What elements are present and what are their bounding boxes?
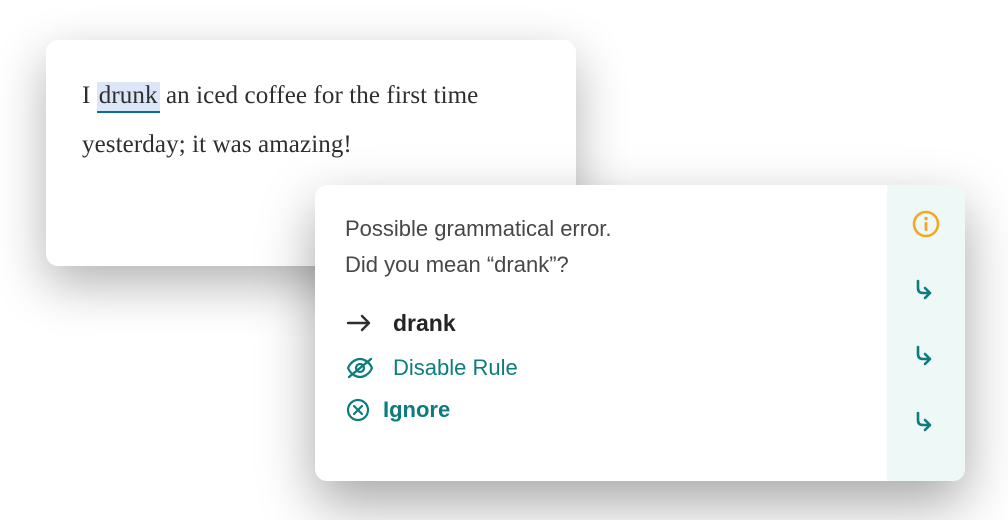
- ignore-label: Ignore: [383, 397, 450, 423]
- flagged-word[interactable]: drunk: [97, 82, 160, 113]
- next-suggestion-button-1[interactable]: [911, 275, 941, 305]
- disable-rule-label: Disable Rule: [393, 355, 518, 381]
- editor-text[interactable]: I drunk an iced coffee for the first tim…: [82, 72, 540, 170]
- eye-off-icon: [345, 355, 375, 381]
- popup-sidebar: [887, 185, 965, 481]
- info-button[interactable]: [911, 209, 941, 239]
- arrow-down-right-icon: [912, 342, 940, 370]
- editor-text-before: I: [82, 82, 97, 109]
- next-suggestion-button-2[interactable]: [911, 341, 941, 371]
- popup-message-line1: Possible grammatical error.: [345, 216, 612, 241]
- info-icon: [911, 209, 941, 239]
- disable-rule-button[interactable]: Disable Rule: [345, 355, 857, 381]
- arrow-down-right-icon: [912, 276, 940, 304]
- popup-body: Possible grammatical error. Did you mean…: [315, 185, 887, 481]
- arrow-right-icon: [345, 310, 375, 336]
- popup-message: Possible grammatical error. Did you mean…: [345, 211, 857, 284]
- next-suggestion-button-3[interactable]: [911, 407, 941, 437]
- arrow-down-right-icon: [912, 408, 940, 436]
- ignore-button[interactable]: Ignore: [345, 397, 857, 423]
- apply-suggestion-button[interactable]: drank: [345, 310, 857, 337]
- suggestion-word: drank: [393, 310, 456, 337]
- close-circle-icon: [345, 397, 371, 423]
- popup-message-line2: Did you mean “drank”?: [345, 252, 569, 277]
- grammar-suggestion-popup: Possible grammatical error. Did you mean…: [315, 185, 965, 481]
